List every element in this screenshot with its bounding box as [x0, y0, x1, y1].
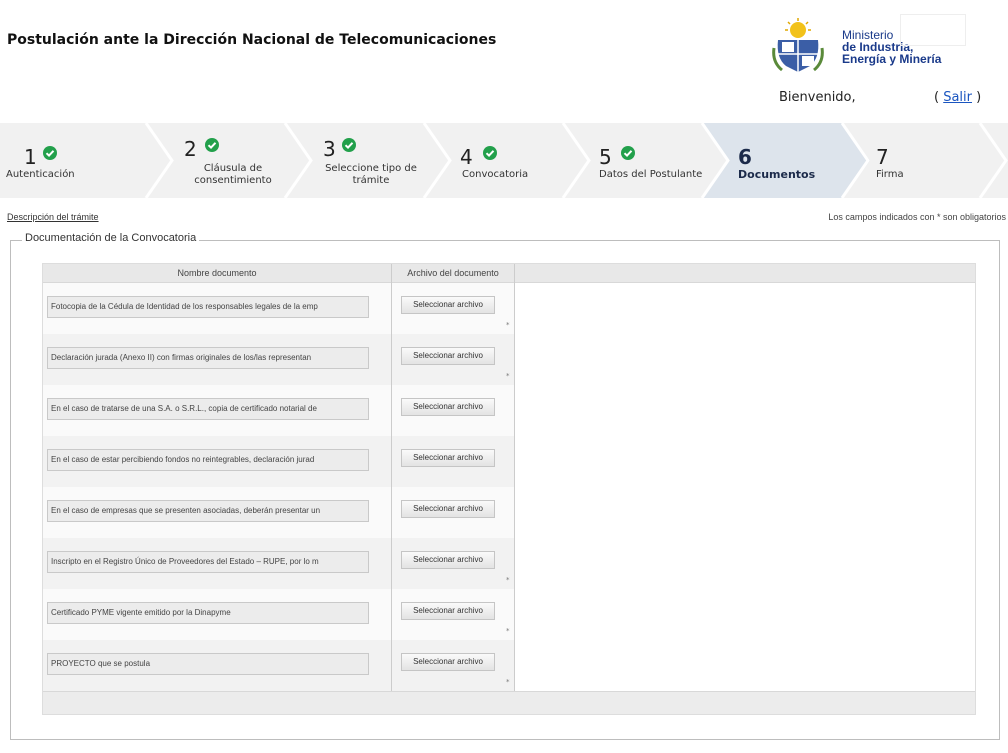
description-link[interactable]: Descripción del trámite: [7, 212, 99, 222]
step-label: Documentos: [738, 168, 816, 181]
logout-link[interactable]: Salir: [943, 90, 972, 105]
step-number: 7: [876, 145, 889, 169]
step-documentos[interactable]: 6 Documentos: [702, 123, 842, 198]
page-title: Postulación ante la Dirección Nacional d…: [7, 32, 497, 48]
step-label: Autenticación: [6, 169, 75, 180]
file-cell: Seleccionar archivo *: [391, 538, 515, 589]
document-name-field: Fotocopia de la Cédula de Identidad de l…: [47, 296, 369, 318]
documents-table: Nombre documento Archivo del documento F…: [42, 263, 976, 715]
file-cell: Seleccionar archivo *: [391, 283, 515, 334]
step-label: Firma: [876, 169, 904, 180]
table-row: Declaración jurada (Anexo II) con firmas…: [43, 334, 515, 385]
column-header-name: Nombre documento: [177, 268, 257, 278]
document-name-field: En el caso de estar percibiendo fondos n…: [47, 449, 369, 471]
check-circle-icon: [43, 146, 57, 160]
check-circle-icon: [205, 138, 219, 152]
document-name-field: En el caso de tratarse de una S.A. o S.R…: [47, 398, 369, 420]
select-file-button[interactable]: Seleccionar archivo: [401, 296, 495, 314]
required-mark: *: [506, 627, 510, 635]
fieldset-legend: Documentación de la Convocatoria: [22, 232, 200, 244]
select-file-button[interactable]: Seleccionar archivo: [401, 500, 495, 518]
required-fields-note: Los campos indicados con * son obligator…: [828, 212, 1006, 222]
select-file-button[interactable]: Seleccionar archivo: [401, 449, 495, 467]
document-name-field: En el caso de empresas que se presenten …: [47, 500, 369, 522]
logout-area: ( Salir ): [934, 90, 981, 105]
step-label: Convocatoria: [462, 169, 529, 180]
select-file-button[interactable]: Seleccionar archivo: [401, 653, 495, 671]
check-circle-icon: [342, 138, 356, 152]
ministry-line-3: Energía y Minería: [842, 52, 942, 66]
step-label: Datos del Postulante: [599, 169, 703, 180]
file-cell: Seleccionar archivo: [391, 385, 515, 436]
logo-frame: [900, 14, 966, 46]
required-mark: *: [506, 576, 510, 584]
step-firma[interactable]: 7 Firma: [842, 123, 980, 198]
step-number: 5: [599, 145, 612, 169]
column-header-file: Archivo del documento: [391, 264, 515, 283]
required-mark: *: [506, 372, 510, 380]
step-label: Cláusula de consentimiento: [194, 163, 272, 186]
file-cell: Seleccionar archivo *: [391, 640, 515, 691]
select-file-button[interactable]: Seleccionar archivo: [401, 551, 495, 569]
select-file-button[interactable]: Seleccionar archivo: [401, 398, 495, 416]
table-row: En el caso de empresas que se presenten …: [43, 487, 515, 538]
welcome-text: Bienvenido,: [779, 90, 856, 105]
step-number: 6: [738, 145, 752, 169]
table-empty-area: [515, 283, 975, 691]
file-cell: Seleccionar archivo *: [391, 589, 515, 640]
select-file-button[interactable]: Seleccionar archivo: [401, 347, 495, 365]
table-row: Certificado PYME vigente emitido por la …: [43, 589, 515, 640]
step-number: 1: [24, 145, 37, 169]
check-circle-icon: [483, 146, 497, 160]
file-cell: Seleccionar archivo *: [391, 334, 515, 385]
step-number: 4: [460, 145, 473, 169]
step-autenticacion[interactable]: 1 Autenticación: [0, 123, 146, 198]
table-row: PROYECTO que se postula Seleccionar arch…: [43, 640, 515, 691]
required-mark: *: [506, 678, 510, 686]
step-clausula[interactable]: 2 Cláusula de consentimiento: [146, 123, 285, 198]
step-datos-postulante[interactable]: 5 Datos del Postulante: [563, 123, 702, 198]
step-tipo-tramite[interactable]: 3 Seleccione tipo de trámite: [285, 123, 424, 198]
step-number: 3: [323, 137, 336, 161]
required-mark: *: [506, 321, 510, 329]
table-row: En el caso de estar percibiendo fondos n…: [43, 436, 515, 487]
select-file-button[interactable]: Seleccionar archivo: [401, 602, 495, 620]
logout-paren-close: ): [972, 90, 982, 105]
table-footer: [43, 691, 975, 714]
check-circle-icon: [621, 146, 635, 160]
logout-paren-open: (: [934, 90, 944, 105]
ministry-logo: Ministerio de Industria, Energía y Miner…: [772, 14, 972, 78]
document-name-field: Declaración jurada (Anexo II) con firmas…: [47, 347, 369, 369]
step-convocatoria[interactable]: 4 Convocatoria: [424, 123, 563, 198]
document-name-field: Certificado PYME vigente emitido por la …: [47, 602, 369, 624]
table-row: Fotocopia de la Cédula de Identidad de l…: [43, 283, 515, 334]
file-cell: Seleccionar archivo: [391, 436, 515, 487]
document-name-field: PROYECTO que se postula: [47, 653, 369, 675]
document-name-field: Inscripto en el Registro Único de Provee…: [47, 551, 369, 573]
file-cell: Seleccionar archivo: [391, 487, 515, 538]
step-number: 2: [184, 137, 197, 161]
step-label: Seleccione tipo de trámite: [325, 163, 417, 186]
table-row: Inscripto en el Registro Único de Provee…: [43, 538, 515, 589]
table-row: En el caso de tratarse de una S.A. o S.R…: [43, 385, 515, 436]
table-header: Nombre documento Archivo del documento: [43, 264, 975, 283]
wizard-steps: 1 Autenticación 2 Cláusula de consentimi…: [0, 123, 1008, 198]
coat-of-arms-icon: [772, 18, 824, 72]
